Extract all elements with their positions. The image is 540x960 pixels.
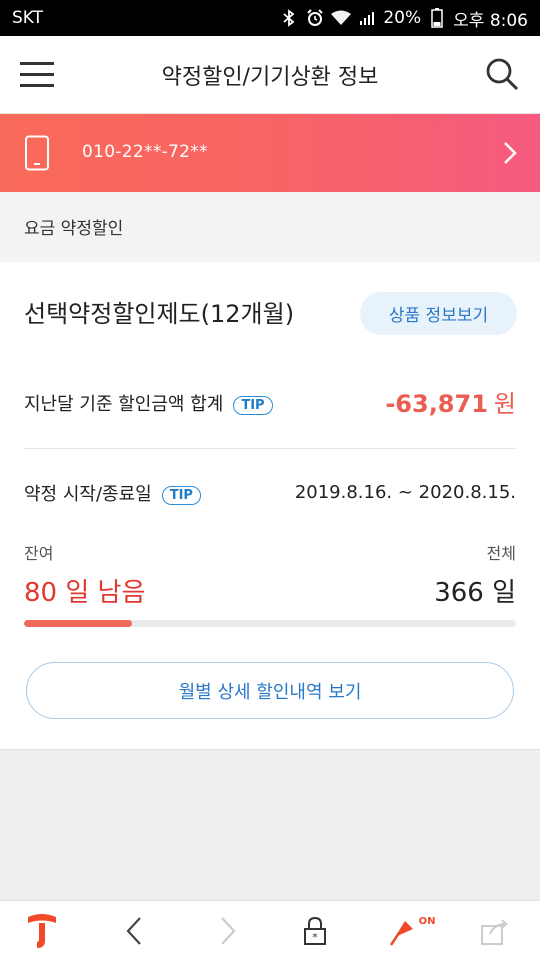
- product-info-button[interactable]: 상품 정보보기: [360, 292, 517, 335]
- period-value: 2019.8.16. ~ 2020.8.15.: [294, 482, 516, 503]
- pin-on-icon[interactable]: ON: [386, 911, 438, 951]
- progress-fill: [24, 620, 133, 627]
- period-label: 약정 시작/종료일: [24, 484, 152, 505]
- remaining-days: 80 일 남음: [24, 578, 146, 608]
- back-icon[interactable]: [114, 911, 154, 951]
- contract-card: 선택약정할인제도(12개월) 상품 정보보기 지난달 기준 할인금액 합계 TIP…: [0, 262, 540, 750]
- smartphone-icon: [24, 135, 50, 171]
- discount-value: -63,871: [385, 390, 488, 418]
- alarm-icon: [305, 8, 325, 28]
- tip-badge[interactable]: TIP: [233, 395, 273, 415]
- t-logo-icon[interactable]: [22, 911, 62, 951]
- discount-label: 지난달 기준 할인금액 합계: [24, 394, 224, 415]
- remaining-label: 잔여: [24, 544, 54, 563]
- bluetooth-icon: [279, 8, 299, 28]
- total-label: 전체: [486, 544, 516, 563]
- page-title: 약정할인/기기상환 정보: [161, 64, 379, 90]
- divider: [24, 448, 516, 449]
- carrier-label: SKT: [12, 8, 44, 28]
- clock: 오후 8:06: [453, 10, 528, 31]
- battery-percent: 20%: [383, 8, 422, 28]
- lock-icon[interactable]: *: [295, 911, 335, 951]
- share-icon[interactable]: [476, 911, 516, 951]
- period-row: 약정 시작/종료일 TIP 2019.8.16. ~ 2020.8.15.: [24, 470, 516, 530]
- search-icon[interactable]: [484, 56, 520, 92]
- signal-icon: [357, 8, 377, 28]
- discount-row: 지난달 기준 할인금액 합계 TIP -63,871 원: [24, 380, 516, 440]
- app-header: 약정할인/기기상환 정보: [0, 36, 540, 114]
- monthly-history-button[interactable]: 월별 상세 할인내역 보기: [26, 662, 514, 719]
- chevron-right-icon: [502, 141, 518, 165]
- forward-icon[interactable]: [208, 911, 248, 951]
- bottom-toolbar: * ON: [0, 900, 540, 960]
- progress-bar: [24, 620, 516, 627]
- phone-number: 010-22**-72**: [82, 142, 208, 162]
- phone-number-banner[interactable]: 010-22**-72**: [0, 114, 540, 192]
- section-label: 요금 약정할인: [0, 192, 540, 262]
- hamburger-menu-icon[interactable]: [18, 58, 58, 92]
- pin-on-badge: ON: [418, 915, 436, 927]
- status-bar: SKT 20% 오후 8:06: [0, 0, 540, 36]
- discount-amount: -63,871 원: [385, 384, 516, 419]
- tip-badge[interactable]: TIP: [161, 485, 201, 505]
- plan-title: 선택약정할인제도(12개월): [24, 300, 295, 328]
- total-days: 366 일: [434, 578, 516, 608]
- discount-unit: 원: [493, 390, 516, 418]
- svg-text:*: *: [312, 931, 318, 944]
- battery-icon: [427, 8, 447, 28]
- wifi-icon: [331, 8, 352, 28]
